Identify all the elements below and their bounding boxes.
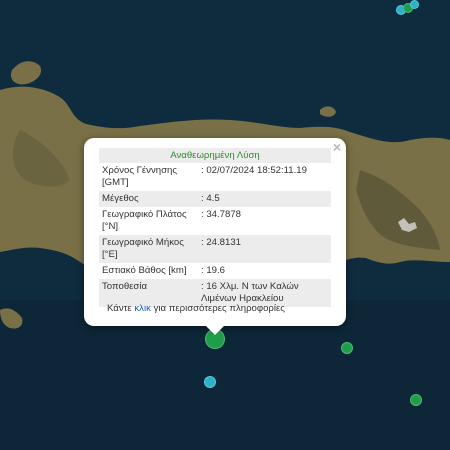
row-value: : 4.5 xyxy=(198,191,331,207)
table-row: Χρόνος Γέννησης [GMT] : 02/07/2024 18:52… xyxy=(99,163,331,191)
earthquake-marker-cyan[interactable] xyxy=(204,376,216,388)
table-row: Εστιακό Βάθος [km] : 19.6 xyxy=(99,263,331,279)
table-row: Γεωγραφικό Πλάτος [°N] : 34.7878 xyxy=(99,207,331,235)
row-value: : 24.8131 xyxy=(198,235,331,263)
popup-title: Αναθεωρημένη Λύση xyxy=(99,148,331,163)
popup-footer: Κάντε κλικ για περισσότερες πληροφορίες xyxy=(107,303,285,314)
earthquake-marker[interactable] xyxy=(410,394,422,406)
table-row: Γεωγραφικό Μήκος [°E] : 24.8131 xyxy=(99,235,331,263)
row-label: Χρόνος Γέννησης [GMT] xyxy=(102,165,177,188)
footer-suffix: για περισσότερες πληροφορίες xyxy=(153,303,285,314)
row-value: : 19.6 xyxy=(201,265,226,276)
row-value: : 34.7878 xyxy=(201,209,242,220)
earthquake-info-table: Αναθεωρημένη Λύση Χρόνος Γέννησης [GMT] … xyxy=(99,148,331,307)
row-label: Γεωγραφικό Μήκος [°E] xyxy=(99,235,198,263)
table-row: Μέγεθος : 4.5 xyxy=(99,191,331,207)
row-value: : 02/07/2024 18:52:11.19 xyxy=(201,165,307,176)
more-info-link[interactable]: κλικ xyxy=(134,303,151,314)
row-label: Μέγεθος xyxy=(99,191,198,207)
row-label: Γεωγραφικό Πλάτος [°N] xyxy=(102,209,187,232)
earthquake-marker-cyan[interactable] xyxy=(410,0,419,9)
row-label: Εστιακό Βάθος [km] xyxy=(102,265,187,276)
close-icon[interactable]: × xyxy=(333,140,341,154)
footer-prefix: Κάντε xyxy=(107,303,132,314)
earthquake-info-popup: × Αναθεωρημένη Λύση Χρόνος Γέννησης [GMT… xyxy=(84,138,346,335)
earthquake-marker[interactable] xyxy=(341,342,353,354)
